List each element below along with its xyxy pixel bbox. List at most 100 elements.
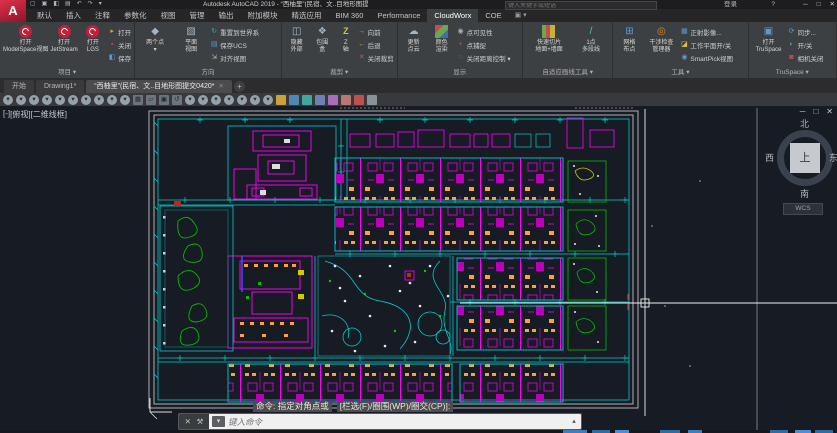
cloudworx-tool-2-icon[interactable]: ▾ [16, 95, 26, 105]
open-file-icon[interactable]: ▣ [42, 0, 48, 9]
viewcube-east[interactable]: 东 [829, 151, 837, 164]
snapshot-icon[interactable] [289, 95, 299, 105]
panel-label-adaptive[interactable]: 自适应画线工具 ▾ [523, 67, 612, 78]
plot-icon[interactable]: ▤ [65, 0, 71, 9]
app-restore-button[interactable]: □ [817, 0, 821, 9]
ribbon-tab-精选应用[interactable]: 精选应用 [285, 9, 329, 22]
region-grow-icon[interactable]: ▦ [133, 95, 143, 105]
camera-off-button[interactable]: ◙ 相机关闭 [788, 51, 824, 64]
ribbon-display-toggle[interactable]: ▣ ▾ [509, 9, 533, 22]
hide-outside-button[interactable]: ◫ 隐藏 外部 [285, 24, 309, 53]
clip-back-button[interactable]: ← 后退 [358, 38, 394, 51]
update-pointcloud-button[interactable]: ☁ 更新 点云 [401, 24, 427, 53]
ribbon-tab-附加模块[interactable]: 附加模块 [241, 9, 285, 22]
signin-area[interactable]: 登录 [724, 0, 737, 9]
project-save-button[interactable]: ◧ 保存 [108, 51, 131, 64]
cloudworx-tool-5-icon[interactable]: ▾ [55, 95, 65, 105]
viewcube-wcs-menu[interactable]: WCS [783, 203, 823, 215]
save-ucs-button[interactable]: ▤ 保存UCS [210, 38, 259, 51]
help-search-input[interactable] [506, 3, 656, 9]
panel-label-display[interactable]: 显示 [398, 67, 522, 78]
doc-tab-start[interactable]: 开始 [4, 80, 34, 93]
redo-icon[interactable]: ↷ [88, 0, 93, 9]
ribbon-tab-输出[interactable]: 输出 [212, 9, 241, 22]
ribbon-tab-COE[interactable]: COE [478, 9, 508, 22]
viewport-visual-style-control[interactable]: [二维线框] [31, 109, 67, 120]
cloudworx-tool-9-icon[interactable]: ▾ [107, 95, 117, 105]
tab-close-icon[interactable]: ✕ [218, 83, 223, 90]
panel-label-crop[interactable]: 裁剪 ▾ [282, 67, 397, 78]
cloudworx-tool-12-icon[interactable]: ▾ [198, 95, 208, 105]
undo-icon[interactable]: ↶ [77, 0, 82, 9]
open-lgs-button[interactable]: 打开 LGS [80, 24, 106, 53]
workplane-toggle-button[interactable]: ◪ 工作平面开/关 [680, 38, 733, 51]
app-close-button[interactable]: ✕ [830, 0, 835, 9]
cloudworx-tool-16-icon[interactable]: ▾ [250, 95, 260, 105]
doc-restore-button[interactable]: □ [813, 107, 818, 116]
ribbon-tab-Performance[interactable]: Performance [370, 9, 427, 22]
clip-icon[interactable] [341, 95, 351, 105]
project-open-button[interactable]: ▸ 打开 [108, 25, 131, 38]
quick-slice-button[interactable]: 快速切片 地面+墙面 [526, 24, 572, 53]
recent-commands-icon[interactable]: ▾ [212, 416, 225, 427]
viewcube-north[interactable]: 北 [800, 117, 809, 130]
site-plan-drawing[interactable] [0, 106, 837, 433]
new-drawing-button[interactable]: + [234, 81, 245, 92]
doc-minimize-button[interactable]: ─ [800, 107, 806, 116]
align-view-button[interactable]: ⇲ 对齐视图 [210, 51, 259, 64]
open-truspace-button[interactable]: ▣ 打开 TruSpace [752, 24, 786, 53]
viewcube-south[interactable]: 南 [800, 187, 809, 200]
viewcube-top-face[interactable]: 上 [790, 143, 820, 173]
cloudworx-tool-13-icon[interactable]: ▾ [211, 95, 221, 105]
signin-label[interactable]: 登录 [724, 0, 737, 9]
fence-icon[interactable]: ▱ [146, 95, 156, 105]
bounding-box-button[interactable]: ❖ 包围 盒 [310, 24, 334, 53]
panel-label-project[interactable]: 项目 ▾ [0, 67, 134, 78]
project-close-button[interactable]: ▪ 关闭 [108, 38, 131, 51]
reset-to-world-button[interactable]: ↻ 重置到世界系 [210, 25, 259, 38]
smartpick-view-button[interactable]: ◉ SmartPick视图 [680, 51, 733, 64]
truspace-sync-button[interactable]: ⟳ 同步... [788, 25, 824, 38]
help-search-box[interactable] [505, 1, 657, 10]
truspace-toggle-button[interactable]: ◐ 开/关 [788, 38, 824, 51]
command-line-bar[interactable]: ✕ ⚒ ▾ ▴ [178, 413, 582, 430]
viewcube[interactable]: 上 北 南 西 东 WCS [771, 119, 837, 207]
app-minimize-button[interactable]: ─ [803, 0, 808, 9]
cloudworx-tool-15-icon[interactable]: ▾ [237, 95, 247, 105]
pointcloud-style-icon[interactable] [302, 95, 312, 105]
cloudworx-tool-7-icon[interactable]: ▾ [81, 95, 91, 105]
ribbon-tab-插入[interactable]: 插入 [59, 9, 88, 22]
cloudworx-tool-6-icon[interactable]: ▾ [68, 95, 78, 105]
clip-off-button[interactable]: ✕ 关闭裁剪 [358, 51, 394, 64]
viewport-view-control[interactable]: [俯视] [10, 109, 30, 120]
doc-tab-drawing1[interactable]: Drawing1* [36, 80, 84, 93]
distance-control-off-button[interactable]: ◌ 关闭距离控制 ▾ [457, 51, 511, 64]
autocad-app-menu-icon[interactable]: A [0, 0, 26, 22]
new-file-icon[interactable]: ▢ [30, 0, 36, 9]
z-axis-button[interactable]: Z Z 轴 [336, 24, 356, 53]
ribbon-tab-管理[interactable]: 管理 [183, 9, 212, 22]
cloudworx-tool-10-icon[interactable]: ▾ [120, 95, 130, 105]
point-snap-button[interactable]: + 点捕捉 [457, 38, 511, 51]
help-button[interactable]: ? [771, 0, 775, 9]
customize-qat-icon[interactable]: ▾ [99, 0, 102, 9]
cloudworx-tool-11-icon[interactable]: ▾ [185, 95, 195, 105]
viewcube-west[interactable]: 西 [765, 151, 774, 164]
command-close-icon[interactable]: ✕ [185, 417, 191, 426]
ribbon-tab-注释[interactable]: 注释 [88, 9, 117, 22]
plan-view-button[interactable]: ▧ 平面 视图 [174, 24, 208, 53]
drawing-canvas[interactable]: [-] [俯视] [二维线框] ─ □ ✕ 上 北 南 西 东 WCS 命令: … [0, 106, 837, 433]
doc-close-button[interactable]: ✕ [826, 107, 833, 116]
ribbon-tab-BIM 360[interactable]: BIM 360 [329, 9, 371, 22]
grid-points-button[interactable]: ⊞ 网格 布点 [616, 24, 642, 53]
ribbon-tab-CloudWorx[interactable]: CloudWorx [427, 9, 478, 22]
measure-icon[interactable] [328, 95, 338, 105]
panel-label-direction[interactable]: 方向 [135, 67, 281, 78]
ribbon-tab-默认[interactable]: 默认 [30, 9, 59, 22]
panel-label-tools[interactable]: 工具 ▾ [613, 67, 747, 78]
cloudworx-tool-3-icon[interactable]: ▾ [29, 95, 39, 105]
reset-view-icon[interactable]: ↺ [172, 95, 182, 105]
open-jetstream-button[interactable]: 打开 JetStream [50, 24, 77, 53]
two-points-button[interactable]: ◆ 两个点 ▾ [138, 24, 172, 53]
cloudworx-tool-8-icon[interactable]: ▾ [94, 95, 104, 105]
